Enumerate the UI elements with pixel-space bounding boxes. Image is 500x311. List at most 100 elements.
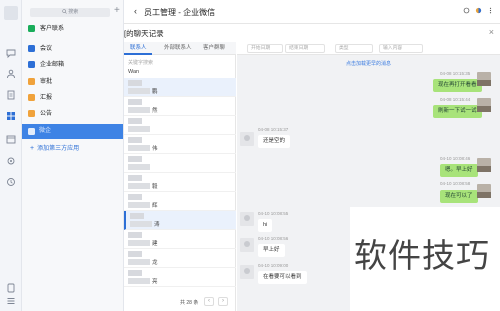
watermark: 软件技巧 (350, 207, 500, 311)
document-icon[interactable] (5, 89, 17, 101)
window-tools (463, 7, 494, 16)
clock-icon[interactable] (5, 176, 17, 188)
theme-icon[interactable] (475, 7, 482, 14)
total-count: 共 28 条 (180, 300, 199, 306)
add-third-party-app-link[interactable]: + 添加第三方应用 (30, 143, 79, 152)
message-time: 04-10 10:08:55 (258, 211, 289, 216)
keyword-label: 输入内容 (383, 46, 403, 51)
more-icon[interactable] (487, 7, 494, 14)
close-icon[interactable]: × (489, 27, 494, 37)
app-item-selected[interactable]: 微企 (22, 124, 123, 139)
message-time: 04-10 10:09:00 (258, 263, 289, 268)
contact-tabs: 联系人 外部联系人 客户群聊 (124, 42, 236, 55)
app-item-announcement[interactable]: 公告 (28, 109, 120, 120)
message-bubble: 现在可以了 (440, 190, 478, 203)
message-time: 04-08 10:15:44 (440, 97, 471, 102)
calendar-icon[interactable] (5, 133, 17, 145)
search-icon (62, 8, 67, 14)
avatar (240, 212, 254, 226)
employee-row-selected[interactable]: 涛 (124, 211, 236, 230)
refresh-icon[interactable] (463, 7, 470, 14)
employee-search-input[interactable]: 关键字搜索 (128, 59, 153, 66)
employee-row[interactable]: 龙 (124, 249, 236, 268)
app-rail (0, 0, 22, 311)
employee-name: 龙 (152, 260, 158, 266)
employee-row[interactable]: 鹏 (124, 78, 236, 97)
employee-name: 毅 (152, 184, 158, 190)
type-select[interactable]: 类型 (335, 44, 373, 53)
start-date-picker[interactable]: 开始日期 (247, 44, 283, 53)
employee-row[interactable]: 然 (124, 97, 236, 116)
meeting-icon (28, 44, 35, 52)
phone-icon[interactable] (5, 282, 17, 294)
app-item-customer-contact[interactable]: 客户联系 (28, 24, 120, 35)
active-tab-indicator (124, 53, 152, 55)
app-item-label: 会议 (40, 46, 53, 52)
app-item-label: 微企 (39, 128, 52, 134)
chevron-left-icon[interactable]: ‹ (134, 6, 137, 16)
type-label: 类型 (339, 46, 349, 51)
avatar (240, 132, 254, 146)
message-time: 04-10 10:08:56 (258, 236, 289, 241)
message-bubble: 早上好 (258, 244, 285, 257)
group-label: Wan (128, 69, 140, 75)
chat-record-subtitle: 的聊天记录 (126, 29, 164, 38)
app-item-meeting[interactable]: 会议 (28, 44, 120, 55)
employee-name: 亮 (152, 279, 158, 285)
chat-record-title: [的聊天记录 (124, 29, 164, 38)
watermark-text: 软件技巧 (354, 236, 490, 275)
keyword-input[interactable]: 输入内容 (379, 44, 423, 53)
employee-name: 鹏 (152, 89, 158, 95)
customer-contact-icon (28, 24, 35, 32)
load-earlier-link[interactable]: 点击加载更早的消息 (237, 60, 500, 67)
employee-list: 联系人 外部联系人 客户群聊 关键字搜索 Wan 鹏 然 伟 毅 辉 涛 建 龙… (124, 42, 236, 311)
employee-row[interactable]: 毅 (124, 173, 236, 192)
employee-name: 建 (152, 241, 158, 247)
settings-icon[interactable] (5, 155, 17, 167)
employee-row[interactable]: 伟 (124, 135, 236, 154)
chat-icon[interactable] (5, 47, 17, 59)
workbench-search[interactable]: 搜索 (30, 8, 110, 17)
avatar (477, 158, 491, 172)
employee-row[interactable] (124, 154, 236, 173)
approval-icon (28, 77, 35, 85)
tab-external-contacts[interactable]: 外部联系人 (164, 42, 192, 55)
app-icon (28, 128, 35, 135)
app-item-mail[interactable]: 企业邮箱 (28, 60, 120, 71)
avatar (477, 72, 491, 86)
message-bubble: 刷新一下试一试 (433, 105, 482, 118)
employee-row[interactable]: 建 (124, 230, 236, 249)
message-time: 04-08 10:15:35 (440, 71, 471, 76)
employee-name: 然 (152, 108, 158, 114)
message-bubble: 还是空的 (258, 135, 291, 148)
user-avatar[interactable] (4, 6, 18, 20)
contacts-icon[interactable] (5, 68, 17, 80)
avatar (477, 98, 491, 112)
end-date-picker[interactable]: 结束日期 (285, 44, 325, 53)
window-title: 员工管理 - 企业微信 (144, 8, 216, 17)
avatar (477, 184, 491, 198)
message-bubble: hi (258, 219, 273, 232)
search-placeholder: 搜索 (68, 9, 79, 15)
announcement-icon (28, 109, 35, 117)
app-item-approval[interactable]: 审批 (28, 77, 120, 88)
app-item-label: 公告 (40, 111, 53, 117)
start-date-label: 开始日期 (251, 46, 271, 51)
employee-row[interactable]: 辉 (124, 192, 236, 211)
add-icon[interactable]: + (114, 6, 120, 16)
end-date-label: 结束日期 (289, 46, 309, 51)
next-page-button[interactable]: › (218, 297, 228, 306)
workbench-icon[interactable] (5, 110, 17, 122)
message-time: 04-08 10:15:37 (258, 127, 289, 132)
employee-row[interactable]: 亮 (124, 268, 236, 287)
app-item-label: 客户联系 (40, 26, 65, 32)
title-bar: ‹ 员工管理 - 企业微信 (124, 0, 500, 24)
message-bubble: 嗯。早上好 (440, 164, 478, 177)
prev-page-button[interactable]: ‹ (204, 297, 214, 306)
workbench-panel: 搜索 + 客户联系 会议 企业邮箱 审批 汇报 公告 微企 + 添加第三方应用 (22, 0, 124, 311)
app-item-report[interactable]: 汇报 (28, 93, 120, 104)
menu-icon[interactable] (5, 295, 17, 307)
employee-row[interactable] (124, 116, 236, 135)
tab-customer-groups[interactable]: 客户群聊 (203, 42, 225, 55)
employee-name: 辉 (152, 203, 158, 209)
